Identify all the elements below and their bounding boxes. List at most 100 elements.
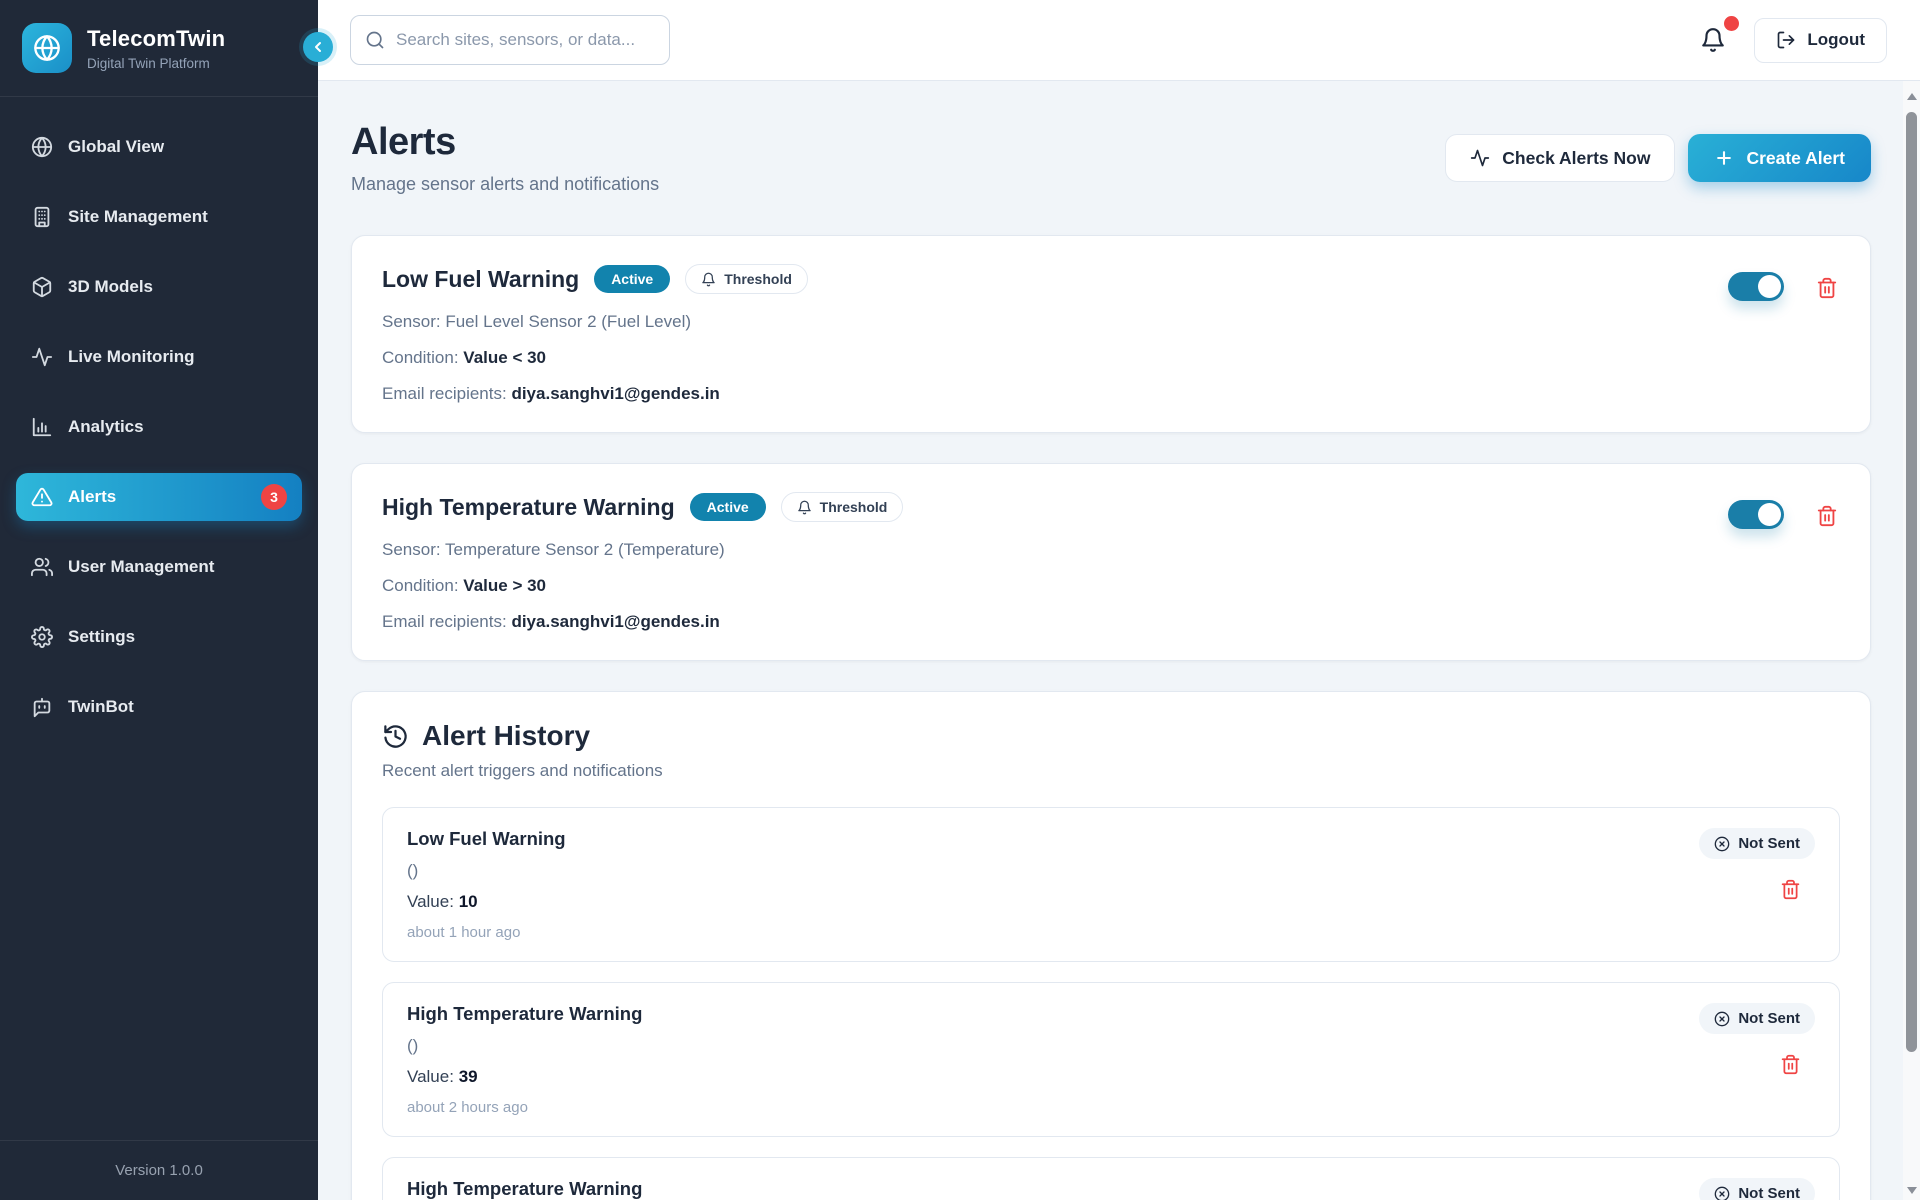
page-header-text: Alerts Manage sensor alerts and notifica…	[351, 121, 659, 195]
users-icon	[31, 556, 53, 578]
sidebar-nav: Global View Site Management 3D Models Li…	[0, 97, 318, 757]
notifications-button[interactable]	[1700, 27, 1726, 53]
logout-button[interactable]: Logout	[1754, 18, 1887, 63]
sidebar-item-settings[interactable]: Settings	[16, 613, 302, 661]
sidebar-item-global-view[interactable]: Global View	[16, 123, 302, 171]
sidebar: TelecomTwin Digital Twin Platform Global…	[0, 0, 318, 1200]
sidebar-item-alerts[interactable]: Alerts 3	[16, 473, 302, 521]
history-entry-value-line: Value: 10	[407, 892, 566, 912]
search-input[interactable]	[396, 30, 655, 50]
delete-alert-button[interactable]	[1814, 275, 1840, 301]
globe-icon	[31, 136, 53, 158]
alert-controls	[1728, 264, 1840, 404]
sidebar-footer: Version 1.0.0	[0, 1140, 318, 1200]
vertical-scrollbar[interactable]	[1903, 81, 1920, 1200]
history-icon	[382, 723, 409, 750]
delete-alert-button[interactable]	[1814, 503, 1840, 529]
toggle-knob	[1758, 275, 1781, 298]
sidebar-item-label: Live Monitoring	[68, 347, 195, 367]
app-title: TelecomTwin	[87, 26, 225, 52]
create-alert-button[interactable]: Create Alert	[1688, 134, 1871, 182]
sidebar-item-label: Analytics	[68, 417, 144, 437]
bell-icon	[797, 500, 812, 515]
history-entry-body: High Temperature Warning ()	[407, 1178, 642, 1200]
alert-history-card: Alert History Recent alert triggers and …	[351, 691, 1871, 1200]
sidebar-collapse-button[interactable]	[303, 32, 333, 62]
sidebar-item-label: Site Management	[68, 207, 208, 227]
main-content: Alerts Manage sensor alerts and notifica…	[318, 81, 1920, 1200]
alert-card: High Temperature Warning Active Threshol…	[351, 463, 1871, 661]
history-subtitle: Recent alert triggers and notifications	[382, 761, 1840, 781]
app-subtitle: Digital Twin Platform	[87, 56, 225, 71]
sensor-label: Sensor:	[382, 312, 441, 331]
activity-icon	[31, 346, 53, 368]
sidebar-item-label: User Management	[68, 557, 214, 577]
alert-email-line: Email recipients: diya.sanghvi1@gendes.i…	[382, 612, 903, 632]
value-label: Value:	[407, 892, 454, 911]
alerts-count-badge: 3	[261, 484, 287, 510]
sidebar-item-site-management[interactable]: Site Management	[16, 193, 302, 241]
sent-status-badge: Not Sent	[1699, 828, 1815, 859]
scrollbar-thumb[interactable]	[1906, 112, 1917, 1052]
bot-icon	[31, 696, 53, 718]
history-entry-name: Low Fuel Warning	[407, 828, 566, 850]
alert-enabled-toggle[interactable]	[1728, 500, 1784, 529]
delete-history-button[interactable]	[1778, 877, 1803, 902]
chevron-left-icon	[310, 39, 326, 55]
history-entry-time: about 1 hour ago	[407, 924, 566, 941]
activity-icon	[1470, 148, 1490, 168]
sent-status-badge: Not Sent	[1699, 1178, 1815, 1200]
x-circle-icon	[1714, 1186, 1730, 1200]
sidebar-item-analytics[interactable]: Analytics	[16, 403, 302, 451]
delete-history-button[interactable]	[1778, 1052, 1803, 1077]
check-alerts-button[interactable]: Check Alerts Now	[1445, 134, 1675, 182]
notification-dot	[1724, 16, 1739, 31]
search-box[interactable]	[350, 15, 670, 65]
email-label: Email recipients:	[382, 384, 507, 403]
scroll-up-arrow-icon[interactable]	[1907, 93, 1917, 100]
history-entry-time: about 2 hours ago	[407, 1099, 642, 1116]
alert-email-line: Email recipients: diya.sanghvi1@gendes.i…	[382, 384, 808, 404]
globe-icon	[33, 34, 61, 62]
page-header: Alerts Manage sensor alerts and notifica…	[351, 121, 1871, 195]
x-circle-icon	[1714, 836, 1730, 852]
sidebar-item-user-management[interactable]: User Management	[16, 543, 302, 591]
history-header: Alert History	[382, 720, 1840, 752]
alert-enabled-toggle[interactable]	[1728, 272, 1784, 301]
alert-card-body: High Temperature Warning Active Threshol…	[382, 492, 903, 632]
alert-name: High Temperature Warning	[382, 494, 675, 521]
sidebar-item-twinbot[interactable]: TwinBot	[16, 683, 302, 731]
bar-chart-icon	[31, 416, 53, 438]
sidebar-item-live-monitoring[interactable]: Live Monitoring	[16, 333, 302, 381]
trash-icon	[1780, 879, 1801, 900]
type-badge: Threshold	[781, 492, 904, 522]
type-badge: Threshold	[685, 264, 808, 294]
building-icon	[31, 206, 53, 228]
page-title: Alerts	[351, 121, 659, 164]
history-entry-body: High Temperature Warning () Value: 39 ab…	[407, 1003, 642, 1116]
history-entry: Low Fuel Warning () Value: 10 about 1 ho…	[382, 807, 1840, 962]
app-logo	[22, 23, 72, 73]
alert-title-row: Low Fuel Warning Active Threshold	[382, 264, 808, 294]
sidebar-item-label: 3D Models	[68, 277, 153, 297]
check-alerts-label: Check Alerts Now	[1502, 148, 1650, 169]
brand: TelecomTwin Digital Twin Platform	[0, 0, 318, 97]
sensor-value: Temperature Sensor 2 (Temperature)	[445, 540, 725, 559]
type-badge-label: Threshold	[724, 271, 792, 287]
version-label: Version 1.0.0	[115, 1162, 203, 1179]
alert-condition-line: Condition: Value < 30	[382, 348, 808, 368]
trash-icon	[1816, 277, 1838, 299]
sent-status-label: Not Sent	[1738, 835, 1800, 852]
condition-value: Value > 30	[463, 576, 546, 595]
scroll-down-arrow-icon[interactable]	[1907, 1187, 1917, 1194]
email-label: Email recipients:	[382, 612, 507, 631]
logout-icon	[1776, 30, 1796, 50]
trash-icon	[1780, 1054, 1801, 1075]
history-entry-right: Not Sent	[1699, 1178, 1815, 1200]
history-entry: High Temperature Warning () Value: 39 ab…	[382, 982, 1840, 1137]
history-entry-value-line: Value: 39	[407, 1067, 642, 1087]
sidebar-item-3d-models[interactable]: 3D Models	[16, 263, 302, 311]
content-column: Logout Alerts Manage sensor alerts and n…	[318, 0, 1920, 1200]
status-badge: Active	[690, 493, 766, 521]
alert-controls	[1728, 492, 1840, 632]
